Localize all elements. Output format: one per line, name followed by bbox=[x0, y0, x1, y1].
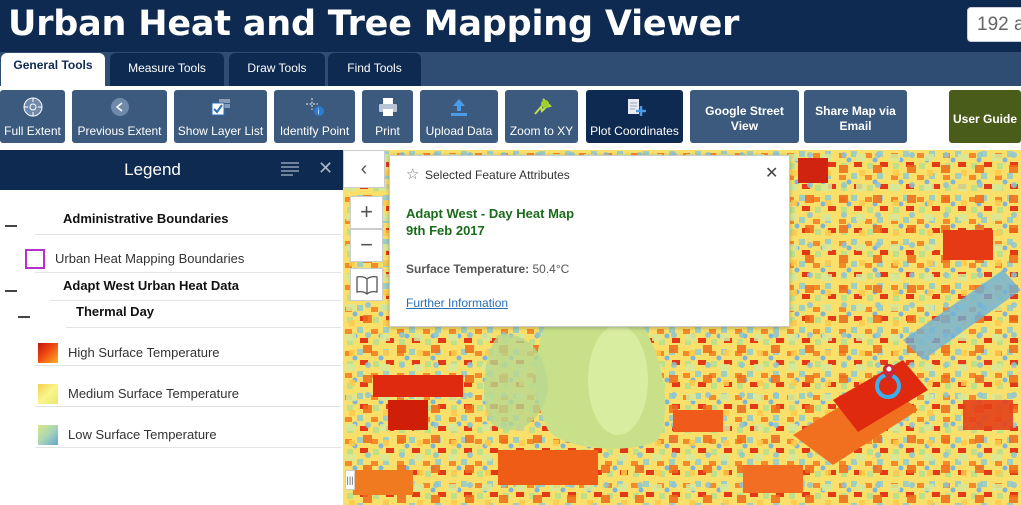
google-street-view-label-2: View bbox=[730, 119, 759, 133]
popup-close-icon[interactable]: ✕ bbox=[765, 163, 778, 183]
surface-temperature: Surface Temperature: 50.4°C bbox=[406, 262, 569, 276]
drag-handle[interactable]: ||| bbox=[345, 470, 355, 490]
medium-temp-label: Medium Surface Temperature bbox=[68, 386, 240, 401]
surface-temperature-label: Surface Temperature: bbox=[406, 262, 530, 276]
thermal-day-group: Thermal Day bbox=[76, 304, 155, 319]
share-map-button[interactable]: Share Map via Email bbox=[804, 90, 907, 143]
high-temp-swatch bbox=[38, 343, 58, 363]
previous-extent-label: Previous Extent bbox=[77, 124, 162, 138]
plot-coordinates-button[interactable]: Plot Coordinates bbox=[586, 90, 683, 143]
pushpin-icon bbox=[533, 98, 552, 115]
back-arrow-icon bbox=[110, 98, 129, 116]
book-icon bbox=[355, 275, 378, 295]
google-street-view-label-1: Google Street bbox=[705, 104, 784, 118]
star-icon[interactable]: ☆ bbox=[406, 165, 419, 183]
medium-temp-swatch bbox=[38, 384, 58, 404]
collapse-thermal-icon[interactable] bbox=[18, 316, 30, 318]
identify-point-label: Identify Point bbox=[279, 124, 350, 138]
list-icon[interactable] bbox=[281, 162, 299, 176]
zoom-to-xy-label: Zoom to XY bbox=[509, 124, 574, 138]
boundary-swatch bbox=[25, 249, 45, 269]
upload-data-button[interactable]: Upload Data bbox=[420, 90, 498, 143]
identify-icon: i bbox=[305, 98, 324, 116]
share-map-label: Share Map via Email bbox=[804, 104, 907, 134]
user-guide-button[interactable]: User Guide bbox=[949, 90, 1021, 143]
collapse-admin-icon[interactable] bbox=[5, 225, 17, 227]
legend-panel: Legend ✕ Administrative Boundaries Urban… bbox=[0, 150, 343, 505]
zoom-to-xy-button[interactable]: Zoom to XY bbox=[505, 90, 578, 143]
low-temp-swatch bbox=[38, 425, 58, 445]
legend-title: Legend bbox=[124, 160, 181, 179]
divider bbox=[35, 365, 341, 366]
legend-header: Legend ✕ bbox=[0, 150, 343, 190]
boundary-item-label: Urban Heat Mapping Boundaries bbox=[55, 251, 245, 266]
identify-point-button[interactable]: i Identify Point bbox=[274, 90, 355, 143]
google-street-view-button[interactable]: Google Street View bbox=[690, 90, 799, 143]
user-guide-label: User Guide bbox=[952, 112, 1018, 126]
layers-checkbox-icon bbox=[211, 99, 230, 116]
plot-coordinates-icon bbox=[627, 99, 646, 116]
show-layer-list-label: Show Layer List bbox=[177, 124, 264, 138]
admin-boundaries-group: Administrative Boundaries bbox=[63, 211, 229, 226]
tab-draw-tools[interactable]: Draw Tools bbox=[229, 53, 325, 86]
heat-data-group: Adapt West Urban Heat Data bbox=[63, 278, 240, 293]
tab-find-tools[interactable]: Find Tools bbox=[328, 53, 421, 86]
globe-icon bbox=[23, 97, 42, 117]
upload-data-label: Upload Data bbox=[425, 124, 493, 138]
divider bbox=[35, 234, 341, 235]
zoom-in-button[interactable]: + bbox=[350, 196, 383, 229]
printer-icon bbox=[378, 98, 397, 116]
collapse-heat-icon[interactable] bbox=[5, 290, 17, 292]
show-layer-list-button[interactable]: Show Layer List bbox=[174, 90, 267, 143]
divider bbox=[35, 447, 341, 448]
feature-popup: ☆ Selected Feature Attributes ✕ Adapt We… bbox=[389, 155, 790, 327]
full-extent-button[interactable]: Full Extent bbox=[0, 90, 65, 143]
upload-icon bbox=[451, 99, 467, 116]
close-icon[interactable]: ✕ bbox=[318, 158, 333, 179]
popup-header: Selected Feature Attributes bbox=[425, 168, 570, 182]
bookmarks-button[interactable] bbox=[350, 268, 383, 301]
divider bbox=[35, 272, 341, 273]
search-input[interactable]: 192 a bbox=[967, 7, 1021, 42]
zoom-out-button[interactable]: − bbox=[350, 229, 383, 262]
collapse-panel-button[interactable]: ‹ bbox=[343, 150, 385, 188]
divider bbox=[35, 406, 341, 407]
google-street-view-label: Google Street View bbox=[690, 104, 799, 134]
surface-temperature-unit: °C bbox=[555, 262, 570, 276]
feature-title: Adapt West - Day Heat Map bbox=[406, 206, 575, 221]
tab-bar: General Tools Measure Tools Draw Tools F… bbox=[0, 52, 1021, 86]
feature-date: 9th Feb 2017 bbox=[406, 223, 485, 238]
high-temp-label: High Surface Temperature bbox=[68, 345, 220, 360]
previous-extent-button[interactable]: Previous Extent bbox=[72, 90, 167, 143]
plot-coordinates-label: Plot Coordinates bbox=[590, 124, 679, 138]
low-temp-label: Low Surface Temperature bbox=[68, 427, 217, 442]
app-title: Urban Heat and Tree Mapping Viewer bbox=[8, 4, 740, 44]
toolbar: Full Extent Previous Extent Show Layer L… bbox=[0, 86, 1021, 150]
share-map-label-1: Share Map via bbox=[815, 104, 896, 118]
divider bbox=[66, 327, 341, 328]
svg-text:i: i bbox=[317, 108, 319, 116]
surface-temperature-value: 50.4 bbox=[532, 262, 556, 276]
full-extent-label: Full Extent bbox=[4, 124, 61, 138]
tab-measure-tools[interactable]: Measure Tools bbox=[110, 53, 224, 86]
share-map-label-2: Email bbox=[839, 119, 872, 133]
print-label: Print bbox=[375, 124, 400, 138]
divider bbox=[50, 300, 341, 301]
print-button[interactable]: Print bbox=[362, 90, 413, 143]
app-header: Urban Heat and Tree Mapping Viewer 192 a bbox=[0, 0, 1021, 52]
tab-general-tools[interactable]: General Tools bbox=[1, 53, 105, 86]
further-information-link[interactable]: Further Information bbox=[406, 296, 508, 310]
